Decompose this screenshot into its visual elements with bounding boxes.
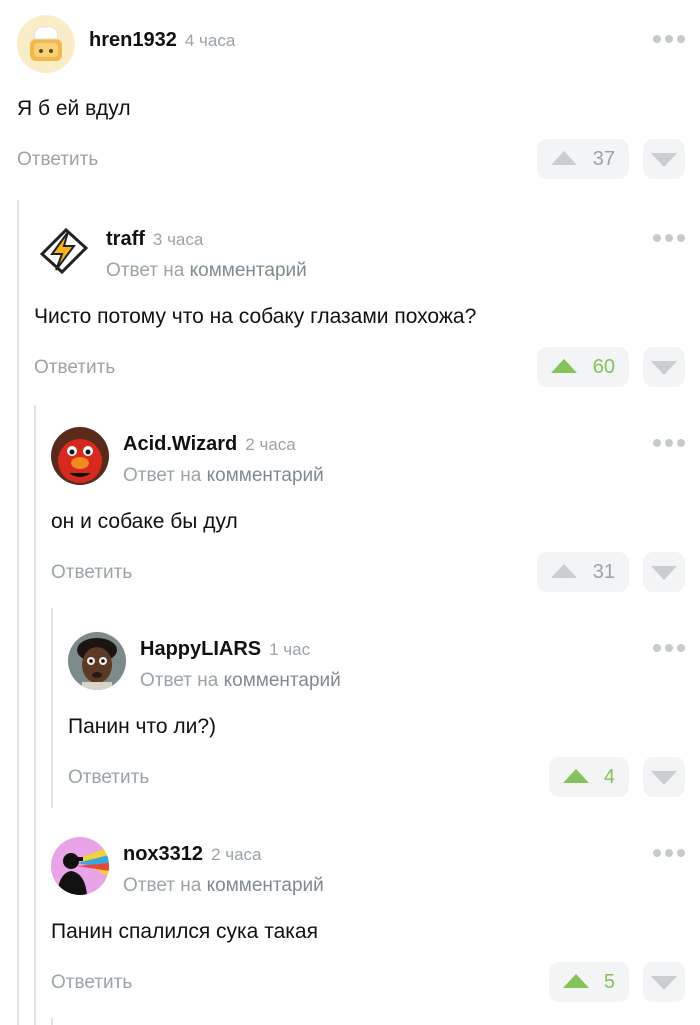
thread-line-4 [51, 1018, 53, 1025]
timestamp: 2 часа [245, 435, 296, 454]
comment-text: он и собаке бы дул [51, 510, 238, 533]
timestamp: 4 часа [184, 31, 236, 50]
man-face-avatar[interactable] [68, 632, 126, 690]
comment-text: Чисто потому что на собаку глазами похож… [34, 305, 477, 328]
upvote-icon [563, 769, 589, 783]
username[interactable]: Acid.Wizard [123, 433, 237, 455]
vote-count: 31 [592, 561, 615, 583]
more-icon[interactable] [653, 849, 685, 857]
thread-line-2 [34, 405, 36, 1025]
downvote-button[interactable] [643, 347, 685, 387]
upvote-icon [551, 564, 577, 578]
reply-button[interactable]: Ответить [68, 767, 149, 789]
vote-count: 5 [603, 971, 615, 993]
downvote-button[interactable] [643, 757, 685, 797]
reply-to-label: Ответ на комментарий [140, 670, 341, 691]
rainbow-silhouette-avatar[interactable] [51, 837, 109, 895]
username[interactable]: hren1932 [89, 29, 177, 51]
more-icon[interactable] [653, 234, 685, 242]
reply-to-label: Ответ на комментарий [106, 260, 307, 281]
upvote-button[interactable]: 31 [537, 552, 629, 592]
red-puppet-avatar[interactable] [51, 427, 109, 485]
winamp-bolt-avatar[interactable] [34, 222, 92, 280]
upvote-icon [551, 151, 577, 165]
comment: HappyLIARS 1 час Ответ на комментарий Пан… [68, 632, 685, 799]
comment-text: Я б ей вдул [17, 97, 131, 120]
comment: traff 3 часа Ответ на комментарий Чисто п… [34, 222, 685, 389]
chef-bread-avatar[interactable] [17, 15, 75, 73]
upvote-button[interactable]: 5 [549, 962, 629, 1002]
more-icon[interactable] [653, 644, 685, 652]
reply-to-label: Ответ на комментарий [123, 875, 324, 896]
thread-line-3 [51, 608, 53, 808]
more-icon[interactable] [653, 439, 685, 447]
upvote-icon [563, 974, 589, 988]
reply-to-link[interactable]: комментарий [224, 670, 341, 691]
timestamp: 3 часа [152, 230, 204, 249]
timestamp: 1 час [269, 640, 311, 659]
upvote-button[interactable]: 60 [537, 347, 629, 387]
username[interactable]: nox3312 [123, 843, 203, 865]
reply-to-label: Ответ на комментарий [123, 465, 324, 486]
upvote-button[interactable]: 37 [537, 139, 629, 179]
vote-count: 60 [592, 356, 615, 378]
comment: hren1932 4 часа Я б ей вдул Ответить 37 [17, 15, 685, 181]
vote-count: 37 [592, 148, 615, 170]
reply-button[interactable]: Ответить [51, 972, 132, 994]
downvote-button[interactable] [643, 962, 685, 1002]
downvote-button[interactable] [643, 552, 685, 592]
reply-button[interactable]: Ответить [17, 149, 98, 171]
vote-count: 4 [603, 766, 615, 788]
username[interactable]: traff [106, 228, 145, 250]
comment-text: Панин спалился сука такая [51, 920, 318, 943]
timestamp: 2 часа [211, 845, 262, 864]
reply-to-link[interactable]: комментарий [190, 260, 307, 281]
reply-to-link[interactable]: комментарий [207, 875, 324, 896]
reply-to-link[interactable]: комментарий [207, 465, 324, 486]
thread-line-1 [17, 200, 19, 1025]
downvote-button[interactable] [643, 139, 685, 179]
comment-text: Панин что ли?) [68, 715, 217, 738]
comment: nox3312 2 часа Ответ на комментарий Панин… [51, 837, 685, 1004]
more-icon[interactable] [653, 35, 685, 43]
upvote-button[interactable]: 4 [549, 757, 629, 797]
upvote-icon [551, 359, 577, 373]
reply-button[interactable]: Ответить [34, 357, 115, 379]
reply-button[interactable]: Ответить [51, 562, 132, 584]
username[interactable]: HappyLIARS [140, 638, 261, 660]
comment: Acid.Wizard 2 часа Ответ на комментарий о… [51, 427, 685, 594]
